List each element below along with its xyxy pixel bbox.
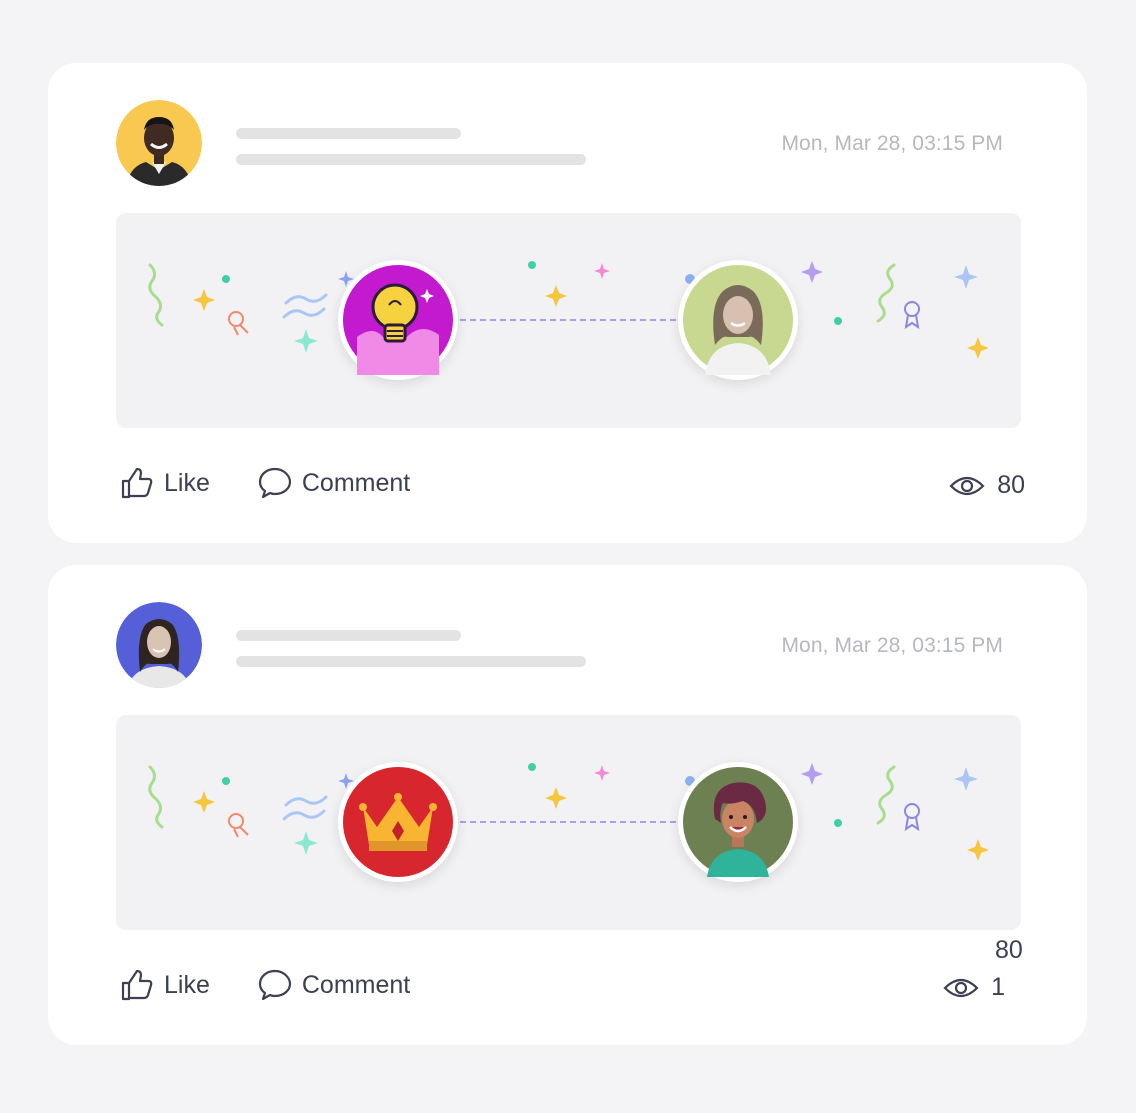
view-count: 1: [943, 973, 1005, 1002]
post-card: Mon, Mar 28, 03:15 PM: [48, 565, 1087, 1045]
author-avatar[interactable]: [116, 100, 202, 186]
view-count-value: 1: [991, 973, 1005, 1001]
like-label: Like: [164, 468, 210, 497]
like-button[interactable]: Like: [120, 466, 210, 500]
thumbs-up-icon: [120, 968, 154, 1002]
post-card: Mon, Mar 28, 03:15 PM: [48, 63, 1087, 543]
comment-button[interactable]: Comment: [258, 968, 410, 1002]
lightbulb-badge-icon[interactable]: [338, 260, 458, 380]
eye-icon: [949, 474, 985, 498]
post-subtitle-placeholder: [236, 656, 586, 667]
author-name-placeholder: [236, 128, 461, 139]
view-count-value: 80: [997, 471, 1025, 499]
comment-label: Comment: [301, 468, 411, 497]
comment-label: Comment: [301, 970, 411, 999]
recipient-avatar[interactable]: [678, 260, 798, 380]
recognition-connector: [460, 319, 676, 321]
eye-icon: [943, 976, 979, 1000]
like-label: Like: [164, 970, 210, 999]
post-subtitle-placeholder: [236, 154, 586, 165]
post-actions: Like Comment: [120, 968, 410, 1002]
recognition-connector: [460, 821, 676, 823]
post-actions: Like Comment: [120, 466, 410, 500]
speech-bubble-icon: [258, 968, 292, 1002]
recognition-panel: [116, 715, 1021, 930]
post-timestamp: Mon, Mar 28, 03:15 PM: [781, 634, 1003, 657]
like-button[interactable]: Like: [120, 968, 210, 1002]
author-name-placeholder: [236, 630, 461, 641]
author-avatar[interactable]: [116, 602, 202, 688]
recognition-panel: [116, 213, 1021, 428]
speech-bubble-icon: [258, 466, 292, 500]
thumbs-up-icon: [120, 466, 154, 500]
post-timestamp: Mon, Mar 28, 03:15 PM: [781, 132, 1003, 155]
recipient-avatar[interactable]: [678, 762, 798, 882]
crown-badge-icon[interactable]: [338, 762, 458, 882]
view-count: 80: [949, 471, 1025, 500]
stray-view-count: 80: [995, 936, 1023, 964]
comment-button[interactable]: Comment: [258, 466, 410, 500]
